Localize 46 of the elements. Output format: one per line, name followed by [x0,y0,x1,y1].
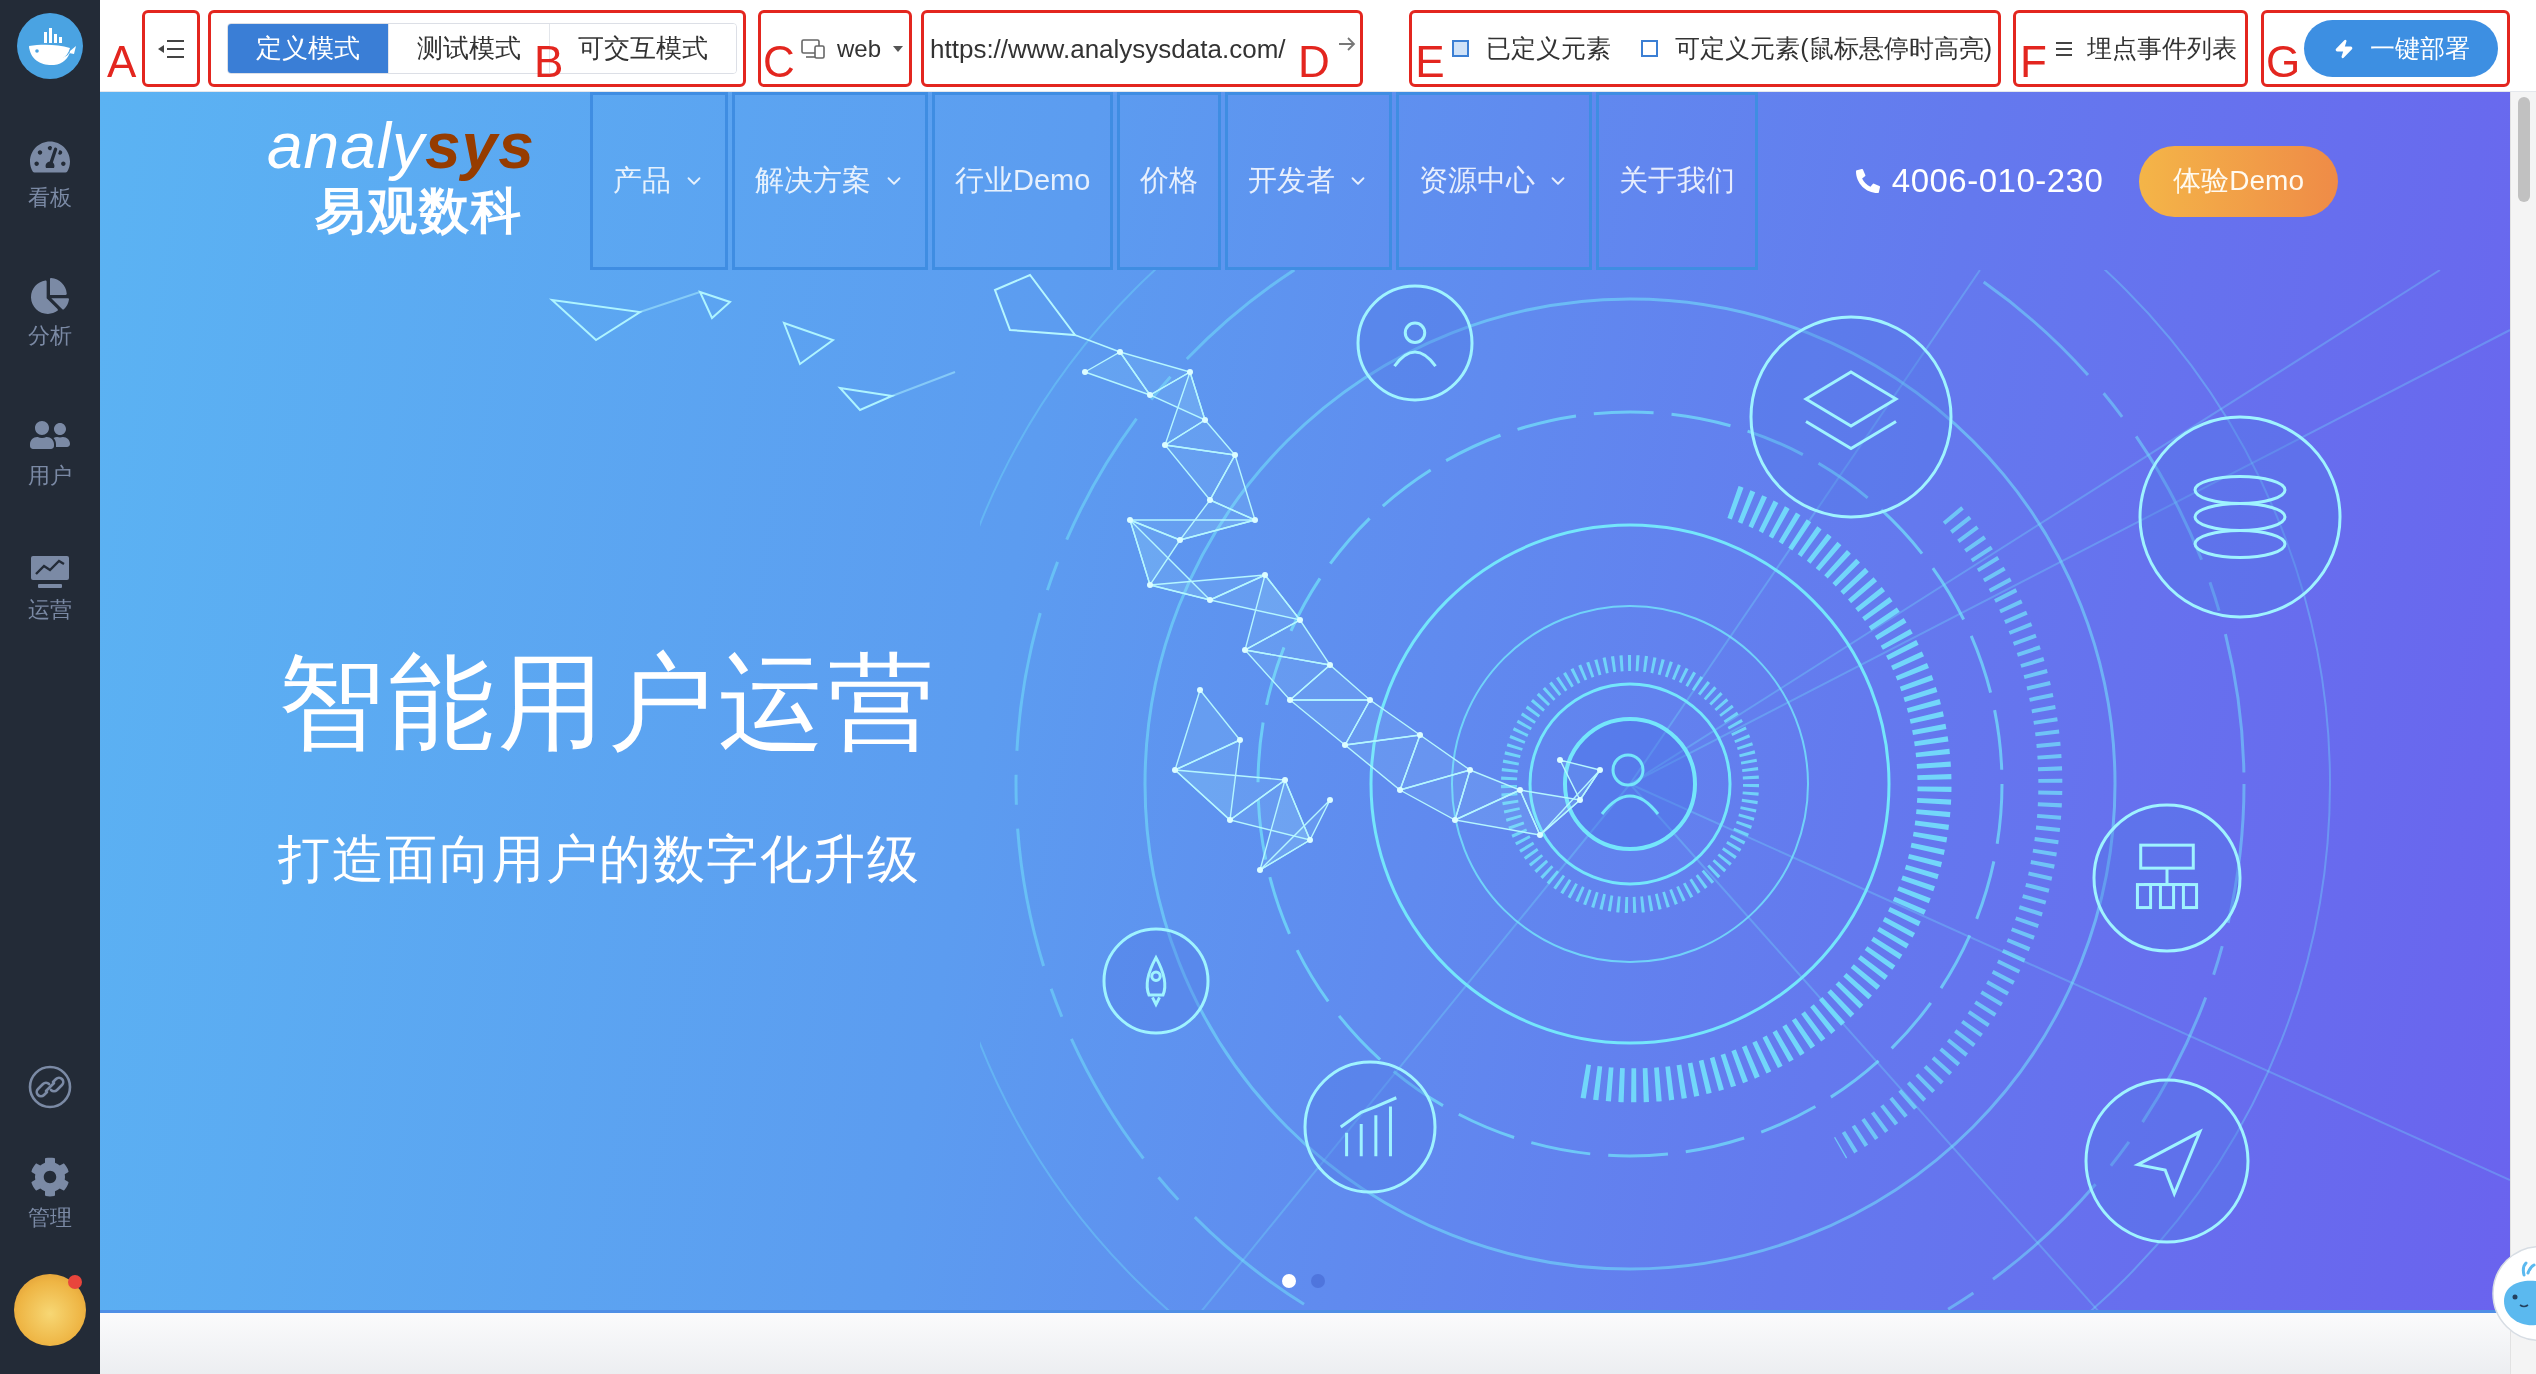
annotation-letter: D [1298,40,1330,84]
arrow-right-icon[interactable] [1338,37,1357,51]
event-list-button[interactable]: 埋点事件列表 [2056,32,2237,65]
annotation-letter: F [2020,40,2047,84]
link-icon[interactable] [28,1065,72,1109]
phone-icon [1855,169,1880,193]
nav-link[interactable]: 关于我们 [1596,92,1759,270]
platform-select[interactable]: web [801,34,904,63]
url-field[interactable]: https://www.analysysdata.com/ [928,28,1288,69]
phone-number: 4006-010-230 [1891,162,2104,200]
deploy-button[interactable]: 一键部署 [2304,20,2498,77]
annotation-letter: E [1415,40,1445,84]
legend-swatch-icon [1452,40,1470,57]
sidebar-item[interactable]: 分析 [8,277,92,349]
scrollbar-thumb[interactable] [2517,97,2530,202]
legend-swatch-icon [1641,40,1659,57]
logo-name[interactable]: 易观数科 [315,186,590,236]
annotation-letter: C [763,40,795,84]
nav-link[interactable]: 价格 [1117,92,1222,270]
gear-icon [30,1157,70,1197]
annotation-letter: G [2266,40,2301,84]
menu-collapse-icon [158,38,184,59]
sidebar-item[interactable]: 运营 [8,555,92,623]
nav-link[interactable]: 产品 [590,92,728,270]
annotation-letter: A [107,40,137,84]
whale-icon[interactable] [2490,1245,2536,1342]
sidebar-item[interactable]: 看板 [8,137,92,211]
pie-chart-icon [31,277,69,315]
sidebar-item[interactable]: 管理 [8,1157,92,1231]
legend-label: 已定义元素 [1486,33,1612,64]
sidebar-item[interactable]: 用户 [8,415,92,489]
nav-link[interactable]: 资源中心 [1396,92,1593,270]
nav-link[interactable]: 行业Demo [932,92,1114,270]
chart-monitor-icon [30,555,70,589]
list-icon [2056,41,2072,56]
lightning-icon [2334,38,2354,59]
nav-link[interactable]: 开发者 [1225,92,1393,270]
legend-label: 可定义元素(鼠标悬停时高亮) [1675,33,1992,64]
carousel-dot-icon[interactable] [1282,1274,1296,1288]
whale-logo-icon[interactable] [17,13,83,79]
nav-link[interactable]: 解决方案 [732,92,928,270]
devices-icon [801,38,825,59]
hero-title: 智能用户运营 [278,642,939,763]
caret-icon [893,45,904,52]
mode-tab[interactable]: 定义模式 [228,24,388,73]
hero-subtitle: 打造面向用户的数字化升级 [278,829,921,890]
